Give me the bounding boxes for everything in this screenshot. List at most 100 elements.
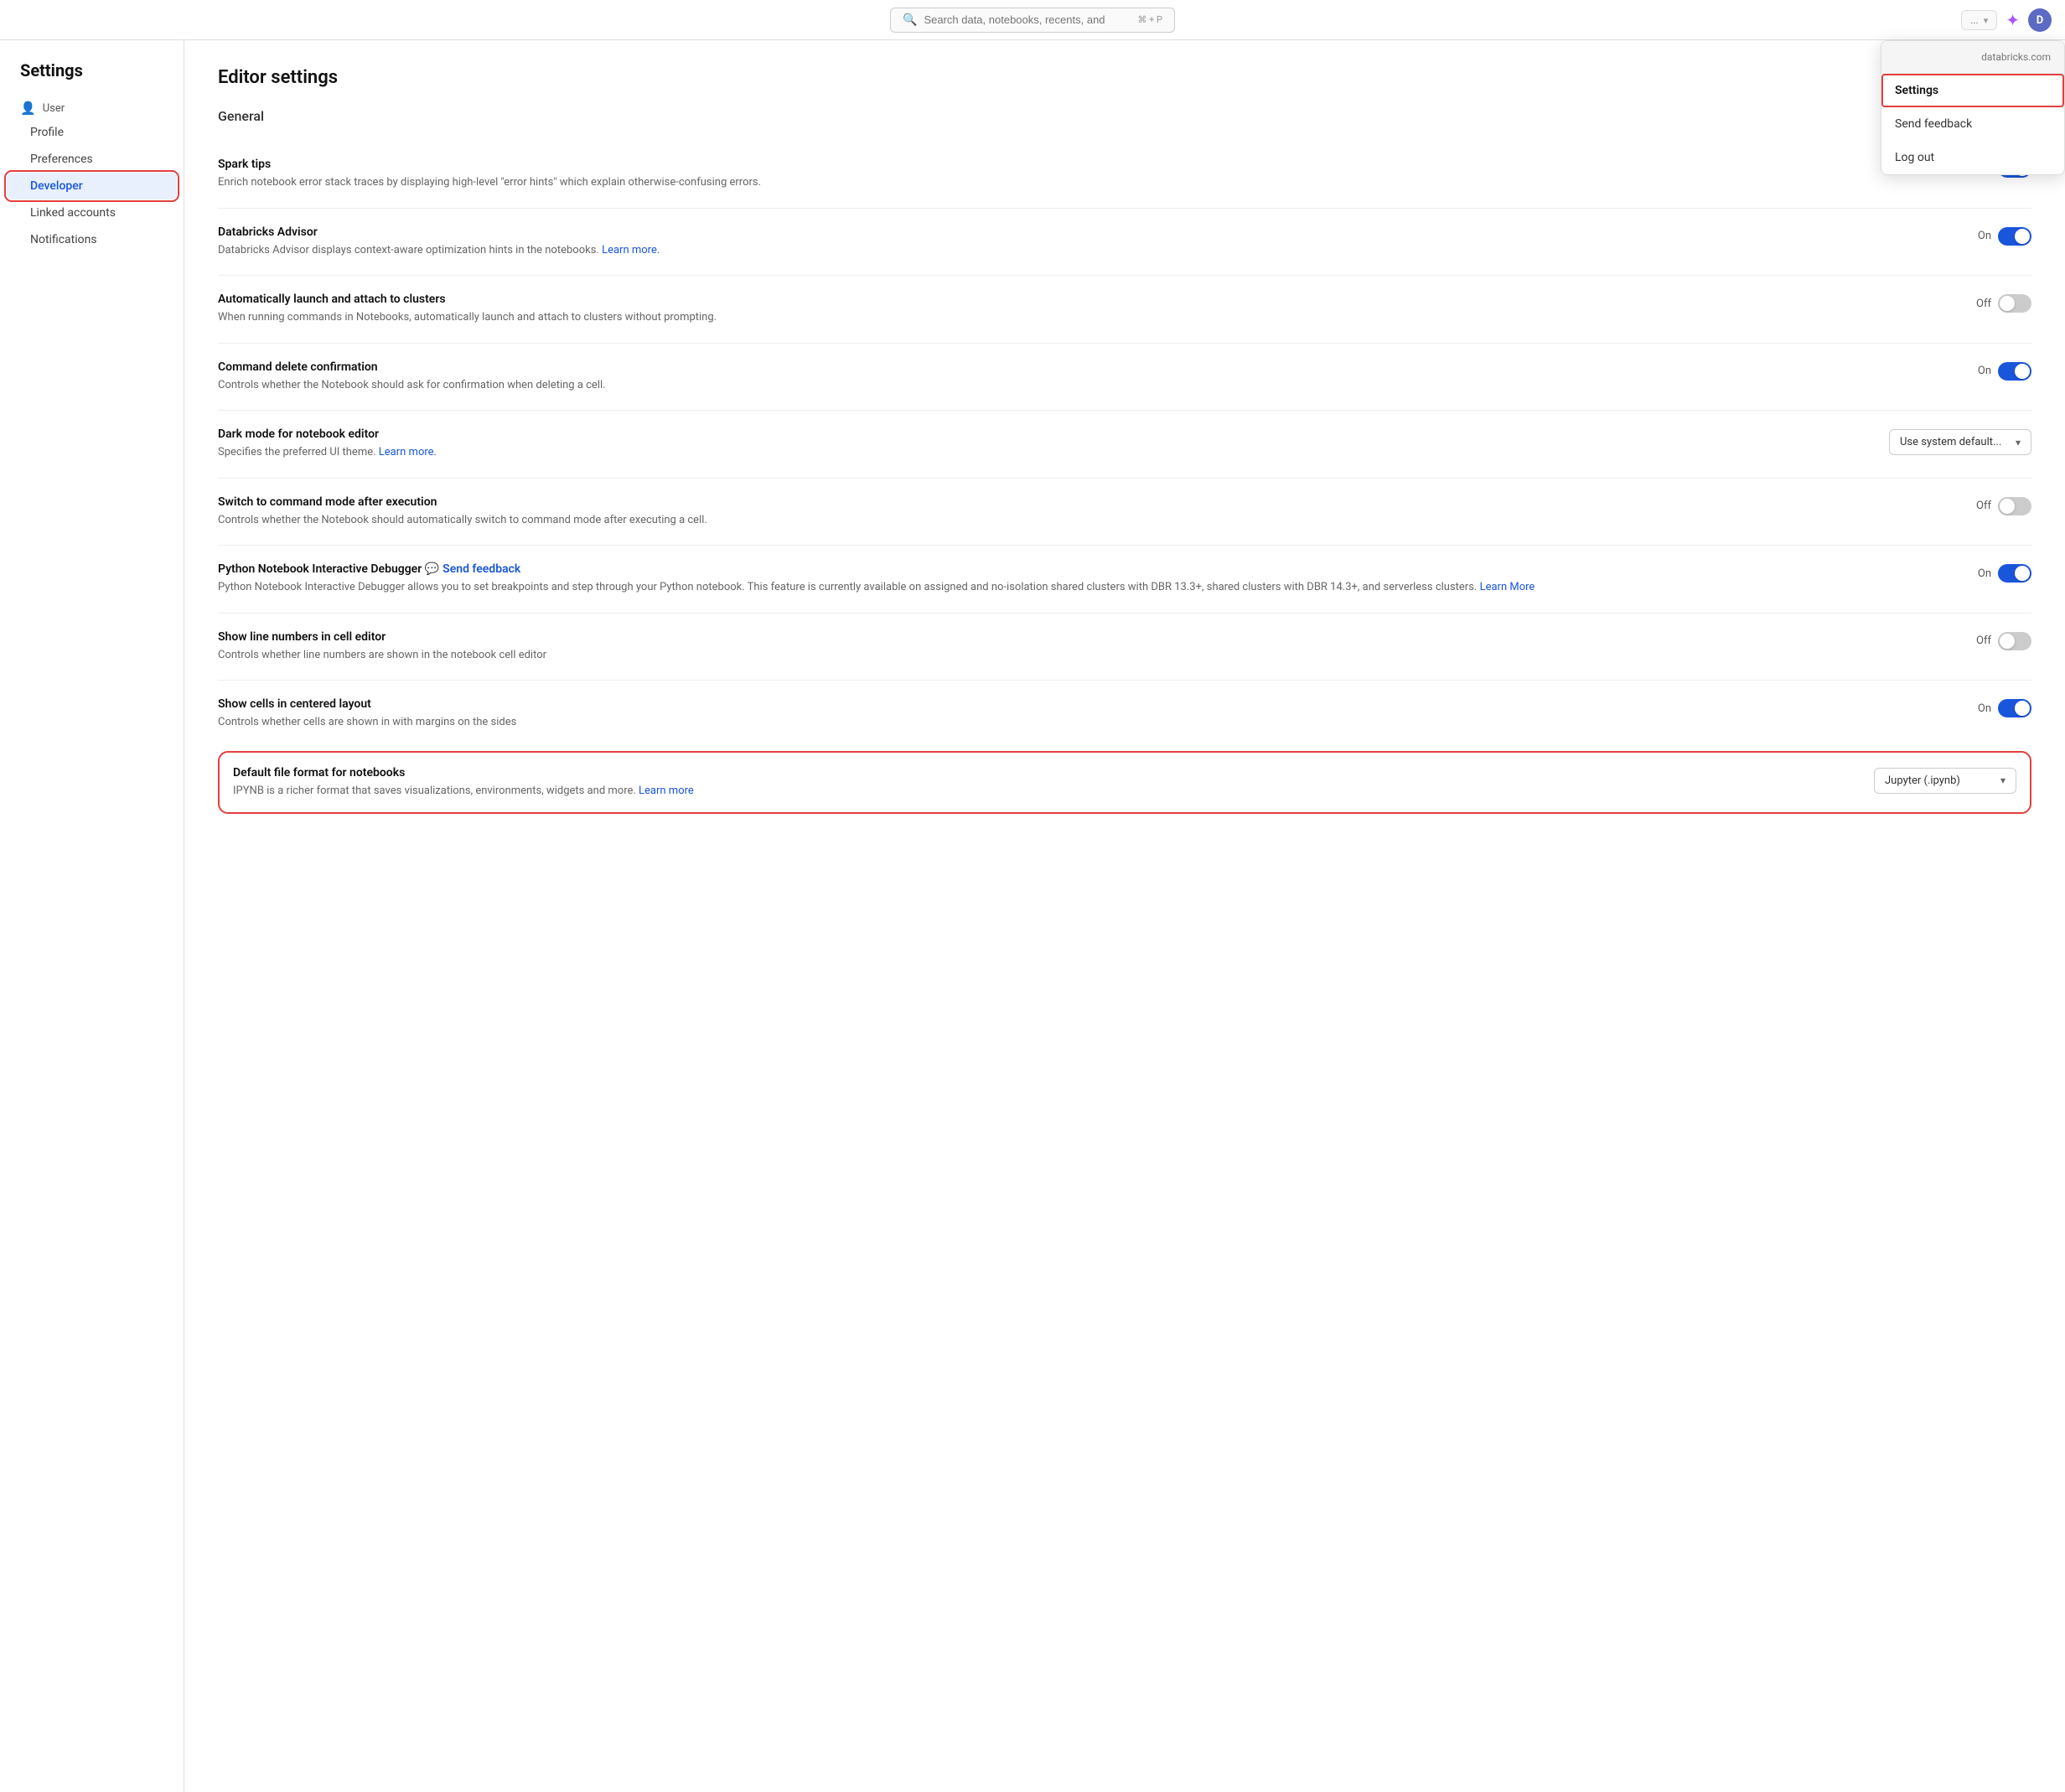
- sidebar-item-notifications[interactable]: Notifications: [0, 226, 184, 253]
- setting-title: Automatically launch and attach to clust…: [218, 293, 1956, 306]
- learn-more-link[interactable]: Learn More: [1480, 581, 1535, 593]
- setting-row-spark-tips: Spark tips Enrich notebook error stack t…: [218, 141, 2031, 208]
- toggle-switch[interactable]: [1998, 699, 2031, 717]
- setting-info: Automatically launch and attach to clust…: [218, 293, 1956, 326]
- main-content: Editor settings General Spark tips Enric…: [184, 40, 2065, 1792]
- sidebar-title: Settings: [0, 60, 184, 94]
- setting-control: On: [1978, 360, 2031, 381]
- dropdown-logout[interactable]: Log out: [1881, 141, 2064, 174]
- search-input[interactable]: [924, 13, 1108, 26]
- setting-desc: Controls whether cells are shown in with…: [218, 714, 1958, 731]
- setting-title: Dark mode for notebook editor: [218, 427, 1869, 441]
- setting-desc-text: Python Notebook Interactive Debugger all…: [218, 581, 1535, 593]
- setting-row-default-file-format: Default file format for notebooks IPYNB …: [218, 751, 2031, 815]
- learn-more-link[interactable]: Learn more: [639, 785, 694, 797]
- toggle-switch[interactable]: [1998, 362, 2031, 381]
- setting-desc-text: Controls whether the Notebook should ask…: [218, 379, 606, 391]
- toggle-slider: [1998, 497, 2031, 515]
- setting-control: Off: [1976, 293, 2031, 313]
- dropdown-control[interactable]: Use system default... ▾: [1889, 429, 2031, 455]
- sparkle-icon[interactable]: ✦: [2005, 10, 2020, 30]
- setting-control: Off: [1976, 630, 2031, 650]
- setting-desc-text: Enrich notebook error stack traces by di…: [218, 176, 761, 189]
- toggle-label: On: [1978, 230, 1991, 242]
- app-body: Settings 👤 User Profile Preferences Deve…: [0, 40, 2065, 1792]
- toggle-slider: [1998, 362, 2031, 381]
- setting-row-show-line-numbers: Show line numbers in cell editor Control…: [218, 613, 2031, 681]
- settings-container: Spark tips Enrich notebook error stack t…: [218, 141, 2031, 814]
- send-feedback-link[interactable]: 💬Send feedback: [425, 562, 521, 576]
- dropdown-send-feedback[interactable]: Send feedback: [1881, 107, 2064, 141]
- toggle-switch[interactable]: [1998, 227, 2031, 246]
- learn-more-link[interactable]: Learn more.: [602, 244, 660, 256]
- toggle-label: On: [1978, 702, 1991, 715]
- setting-desc: Enrich notebook error stack traces by di…: [218, 174, 1958, 191]
- sidebar-item-developer[interactable]: Developer: [7, 173, 177, 199]
- dropdown-header: databricks.com: [1881, 41, 2064, 74]
- setting-desc-text: IPYNB is a richer format that saves visu…: [233, 785, 694, 797]
- dropdown-value: Use system default...: [1900, 436, 2001, 448]
- sidebar-section-user: 👤 User: [0, 94, 184, 119]
- setting-row-command-mode-after-exec: Switch to command mode after execution C…: [218, 478, 2031, 546]
- setting-desc: Databricks Advisor displays context-awar…: [218, 242, 1958, 259]
- sidebar-item-preferences[interactable]: Preferences: [0, 146, 184, 173]
- toggle-label: Off: [1976, 500, 1991, 512]
- setting-desc: When running commands in Notebooks, auto…: [218, 309, 1956, 326]
- setting-desc-text: Specifies the preferred UI theme. Learn …: [218, 446, 437, 458]
- setting-desc: IPYNB is a richer format that saves visu…: [233, 783, 1854, 800]
- sidebar-section-label: User: [43, 102, 65, 115]
- setting-title: Show cells in centered layout: [218, 697, 1958, 711]
- toggle-switch[interactable]: [1998, 497, 2031, 515]
- topbar-right: ... ▾ ✦ D: [1961, 0, 2052, 40]
- setting-info: Default file format for notebooks IPYNB …: [233, 766, 1854, 800]
- toggle-label: Off: [1976, 298, 1991, 310]
- setting-info: Databricks Advisor Databricks Advisor di…: [218, 225, 1958, 259]
- setting-info: Show line numbers in cell editor Control…: [218, 630, 1956, 664]
- toggle-switch[interactable]: [1998, 564, 2031, 583]
- toggle-switch[interactable]: [1998, 294, 2031, 313]
- setting-control: On: [1978, 697, 2031, 717]
- setting-desc-text: Controls whether the Notebook should aut…: [218, 514, 707, 526]
- setting-info: Dark mode for notebook editor Specifies …: [218, 427, 1869, 461]
- sidebar-item-linked-accounts[interactable]: Linked accounts: [0, 199, 184, 226]
- sidebar: Settings 👤 User Profile Preferences Deve…: [0, 40, 184, 1792]
- dropdown-control[interactable]: Jupyter (.ipynb) ▾: [1874, 768, 2016, 794]
- setting-info: Spark tips Enrich notebook error stack t…: [218, 158, 1958, 191]
- chevron-down-icon: ▾: [2000, 774, 2005, 786]
- setting-desc: Specifies the preferred UI theme. Learn …: [218, 444, 1869, 461]
- sidebar-item-profile[interactable]: Profile: [0, 119, 184, 146]
- setting-row-auto-launch-clusters: Automatically launch and attach to clust…: [218, 275, 2031, 343]
- setting-title: Switch to command mode after execution: [218, 495, 1956, 509]
- setting-desc-text: Controls whether cells are shown in with…: [218, 716, 516, 728]
- toggle-slider: [1998, 699, 2031, 717]
- avatar[interactable]: D: [2028, 8, 2052, 32]
- toggle-slider: [1998, 632, 2031, 650]
- setting-title: Command delete confirmation: [218, 360, 1958, 374]
- setting-desc-text: When running commands in Notebooks, auto…: [218, 311, 717, 324]
- user-pill[interactable]: ... ▾: [1961, 10, 1997, 30]
- setting-row-dark-mode: Dark mode for notebook editor Specifies …: [218, 410, 2031, 478]
- setting-info: Switch to command mode after execution C…: [218, 495, 1956, 529]
- dropdown-settings[interactable]: Settings: [1881, 74, 2064, 107]
- toggle-slider: [1998, 294, 2031, 313]
- setting-control: Off: [1976, 495, 2031, 515]
- page-title: Editor settings: [218, 67, 2031, 88]
- learn-more-link[interactable]: Learn more.: [379, 446, 437, 458]
- search-icon: 🔍: [903, 13, 917, 27]
- setting-desc-text: Controls whether line numbers are shown …: [218, 649, 546, 661]
- toggle-label: Off: [1976, 634, 1991, 647]
- user-name: ...: [1970, 14, 1979, 26]
- setting-info: Command delete confirmation Controls whe…: [218, 360, 1958, 394]
- dropdown-overlay: databricks.com Settings Send feedback Lo…: [1881, 40, 2065, 175]
- setting-desc: Controls whether the Notebook should aut…: [218, 512, 1956, 529]
- dropdown-value: Jupyter (.ipynb): [1885, 774, 1960, 787]
- section-label: General: [218, 108, 2031, 124]
- toggle-switch[interactable]: [1998, 632, 2031, 650]
- setting-desc-text: Databricks Advisor displays context-awar…: [218, 244, 660, 256]
- search-bar[interactable]: 🔍 ⌘ + P: [890, 8, 1175, 33]
- setting-row-python-debugger: Python Notebook Interactive Debugger 💬Se…: [218, 545, 2031, 613]
- setting-control: Use system default... ▾: [1889, 427, 2031, 455]
- search-shortcut: ⌘ + P: [1137, 14, 1162, 25]
- user-section-icon: 👤: [20, 101, 36, 116]
- setting-control: On: [1978, 225, 2031, 246]
